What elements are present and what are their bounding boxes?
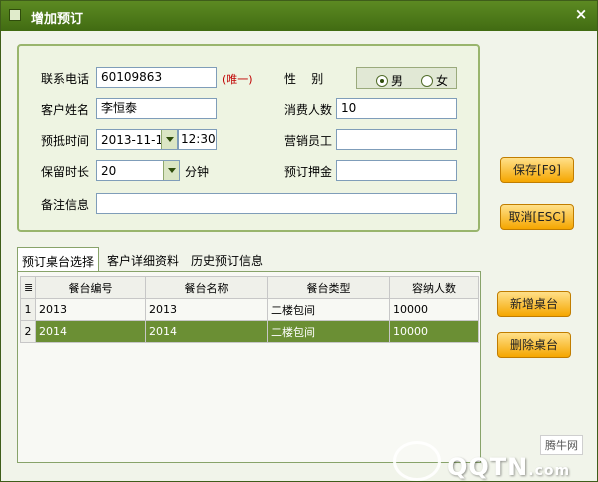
cell-table-no[interactable]: 2013 bbox=[35, 298, 146, 321]
grid-menu-icon[interactable]: ≣ bbox=[20, 276, 36, 299]
count-label: 消费人数 bbox=[284, 103, 333, 117]
row-index: 1 bbox=[20, 298, 36, 321]
tab-reservation-history[interactable]: 历史预订信息 bbox=[187, 247, 267, 271]
phone-input[interactable]: 60109863 bbox=[96, 67, 217, 88]
remark-label: 备注信息 bbox=[41, 198, 90, 212]
chevron-down-icon[interactable] bbox=[163, 161, 179, 180]
arrival-time-label: 预抵时间 bbox=[41, 134, 90, 148]
gender-male-label: 男 bbox=[391, 74, 404, 88]
name-label: 客户姓名 bbox=[41, 103, 90, 117]
name-input[interactable]: 李恒泰 bbox=[96, 98, 217, 119]
table-header-row: ≣ 餐台编号 餐台名称 餐台类型 容纳人数 bbox=[20, 276, 479, 299]
column-header-capacity[interactable]: 容纳人数 bbox=[389, 276, 479, 299]
keep-duration-label: 保留时长 bbox=[41, 165, 90, 179]
count-input[interactable]: 10 bbox=[336, 98, 457, 119]
phone-label: 联系电话 bbox=[41, 72, 90, 86]
cell-table-name[interactable]: 2013 bbox=[145, 298, 268, 321]
gender-label: 性 别 bbox=[284, 72, 324, 86]
column-header-table-type[interactable]: 餐台类型 bbox=[267, 276, 390, 299]
app-icon bbox=[9, 9, 21, 21]
watermark-brand: QQTN bbox=[447, 453, 529, 481]
gender-male-radio[interactable]: 男 bbox=[376, 72, 403, 89]
row-index: 2 bbox=[20, 320, 36, 343]
cell-table-type[interactable]: 二楼包间 bbox=[267, 298, 390, 321]
gender-group: 男 女 bbox=[356, 67, 457, 89]
watermark-logo-icon bbox=[393, 441, 441, 481]
cell-table-no[interactable]: 2014 bbox=[35, 320, 146, 343]
radio-checked-icon bbox=[376, 74, 388, 87]
watermark: 腾牛网 QQTN.com bbox=[393, 427, 591, 481]
sales-staff-input[interactable] bbox=[336, 129, 457, 150]
remark-input[interactable] bbox=[96, 193, 457, 214]
title-bar: 增加预订 × bbox=[1, 1, 597, 31]
cell-capacity[interactable]: 10000 bbox=[389, 298, 479, 321]
tab-table-selection[interactable]: 预订桌台选择 bbox=[17, 247, 100, 271]
column-header-table-name[interactable]: 餐台名称 bbox=[145, 276, 268, 299]
save-button[interactable]: 保存[F9] bbox=[500, 157, 574, 183]
column-header-table-no[interactable]: 餐台编号 bbox=[35, 276, 146, 299]
phone-unique-note: (唯一) bbox=[222, 73, 253, 86]
arrival-date-picker[interactable]: 2013-11-15 bbox=[96, 129, 178, 150]
gender-female-label: 女 bbox=[436, 74, 449, 88]
watermark-suffix: .com bbox=[528, 463, 571, 479]
watermark-badge: 腾牛网 bbox=[540, 435, 583, 455]
delete-table-button[interactable]: 删除桌台 bbox=[497, 332, 571, 358]
add-table-button[interactable]: 新增桌台 bbox=[497, 291, 571, 317]
deposit-label: 预订押金 bbox=[284, 165, 333, 179]
deposit-input[interactable] bbox=[336, 160, 457, 181]
watermark-text: QQTN.com bbox=[447, 453, 570, 481]
keep-duration-select[interactable]: 20 bbox=[96, 160, 180, 181]
table-row[interactable]: 2 2014 2014 二楼包间 10000 bbox=[20, 320, 479, 343]
arrival-hour-input[interactable]: 12:30 bbox=[178, 129, 217, 150]
add-reservation-window: 增加预订 × 联系电话 60109863 (唯一) 性 别 男 女 客户姓名 李… bbox=[0, 0, 598, 482]
window-title: 增加预订 bbox=[31, 12, 84, 27]
chevron-down-icon[interactable] bbox=[161, 130, 177, 149]
cell-capacity[interactable]: 10000 bbox=[389, 320, 479, 343]
keep-duration-unit: 分钟 bbox=[185, 165, 210, 179]
radio-unchecked-icon bbox=[421, 74, 433, 87]
table-row[interactable]: 1 2013 2013 二楼包间 10000 bbox=[20, 298, 479, 321]
tab-customer-details[interactable]: 客户详细资料 bbox=[103, 247, 183, 271]
close-icon[interactable]: × bbox=[573, 6, 589, 22]
table-grid: ≣ 餐台编号 餐台名称 餐台类型 容纳人数 1 2013 2013 二楼包间 1… bbox=[20, 276, 479, 343]
cancel-button[interactable]: 取消[ESC] bbox=[500, 204, 574, 230]
sales-staff-label: 营销员工 bbox=[284, 134, 333, 148]
reservation-form: 联系电话 60109863 (唯一) 性 别 男 女 客户姓名 李恒泰 消费人数… bbox=[17, 44, 480, 232]
keep-duration-value: 20 bbox=[101, 164, 117, 178]
cell-table-type[interactable]: 二楼包间 bbox=[267, 320, 390, 343]
cell-table-name[interactable]: 2014 bbox=[145, 320, 268, 343]
gender-female-radio[interactable]: 女 bbox=[421, 72, 448, 89]
